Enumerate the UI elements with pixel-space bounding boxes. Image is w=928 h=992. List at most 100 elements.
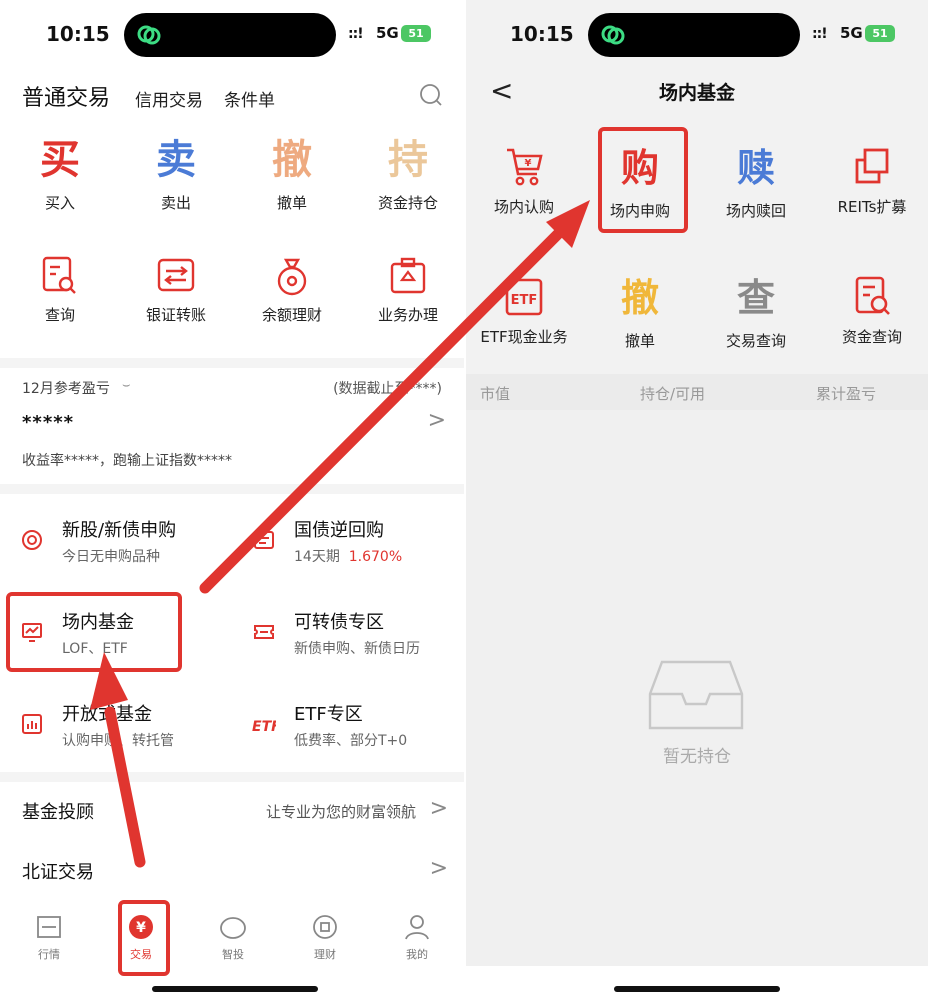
section-divider	[0, 772, 464, 782]
tab-label: 理财	[314, 948, 336, 961]
wealth-icon	[313, 915, 337, 939]
open-fund-item[interactable]: 开放式基金 认购申赎、转托管	[0, 678, 232, 770]
tab-smart-invest[interactable]: 智投	[198, 912, 268, 962]
holdings-table-header: 市值 持仓/可用 累计盈亏	[466, 374, 928, 410]
cancel-order-button[interactable]: 撤 撤单	[234, 134, 350, 213]
column-position[interactable]: 持仓/可用	[640, 383, 705, 404]
fund-redeem-label: 场内赎回	[725, 202, 786, 220]
holdings-button[interactable]: 持 资金持仓	[350, 134, 464, 213]
tab-label: 智投	[222, 948, 244, 961]
ipo-subscription-item[interactable]: 新股/新债申购 今日无申购品种	[0, 494, 232, 586]
row-label: 北证交易	[22, 862, 94, 883]
reits-button[interactable]: REITs扩募	[814, 142, 928, 217]
home-indicator	[152, 986, 318, 992]
svg-text:ETF: ETF	[252, 719, 276, 735]
buy-label: 买入	[44, 194, 75, 212]
network-label: 5G	[840, 24, 863, 42]
chevron-right-icon: >	[427, 408, 446, 433]
pnl-date-note: (数据截止至****)	[333, 381, 442, 397]
target-icon	[22, 530, 42, 550]
status-bar: 10:15 ::! 5G 51	[0, 0, 464, 70]
fund-actions-grid: ¥ 场内认购 购 场内申购 赎 场内赎回 REITs扩募 ETF ETF现金业务	[466, 118, 928, 372]
fund-query-button[interactable]: 资金查询	[814, 272, 928, 347]
fund-subscribe-button[interactable]: ¥ 场内认购	[466, 142, 582, 217]
etf-cash-label: ETF现金业务	[480, 328, 568, 346]
status-time: 10:15	[510, 22, 574, 46]
profile-icon	[405, 915, 429, 940]
sell-button[interactable]: 卖 卖出	[118, 134, 234, 213]
reverse-repo-item[interactable]: 国债逆回购 14天期 1.670%	[232, 494, 464, 586]
eye-closed-icon[interactable]: ⌣	[122, 378, 131, 393]
highlight-box-trade-tab	[118, 900, 170, 976]
fund-query-label: 资金查询	[841, 328, 902, 346]
highlight-box-fund-purchase	[598, 127, 688, 233]
row-label: 基金投顾	[22, 802, 94, 823]
market-icon	[37, 916, 61, 938]
etf-cash-button[interactable]: ETF ETF现金业务	[466, 272, 582, 347]
fund-cancel-button[interactable]: 撤 撤单	[582, 272, 698, 351]
query-label: 查询	[44, 306, 75, 324]
tab-normal-trade[interactable]: 普通交易	[22, 80, 110, 112]
search-icon[interactable]	[418, 82, 444, 108]
bse-trade-row[interactable]: 北证交易 >	[0, 842, 464, 900]
holdings-label: 资金持仓	[377, 194, 438, 212]
fund-query-icon	[855, 276, 890, 315]
money-bag-icon	[277, 258, 307, 296]
cancel-glyph-icon: 撤	[272, 137, 312, 183]
app-link-icon	[137, 25, 161, 45]
signal-icon: ::!	[348, 26, 364, 42]
bank-transfer-button[interactable]: 银证转账	[118, 254, 234, 325]
exchange-fund-screen: 10:15 ::! 5G 51 < 场内基金 ¥ 场内认购 购 场内申购 赎 场…	[466, 0, 928, 992]
menu-title: ETF专区	[294, 704, 363, 725]
menu-title: 可转债专区	[294, 612, 384, 633]
svg-text:¥: ¥	[525, 158, 532, 169]
pnl-value: *****	[22, 412, 75, 433]
ticket-icon	[254, 625, 274, 639]
fund-redeem-button[interactable]: 赎 场内赎回	[698, 142, 814, 221]
bond-icon	[254, 531, 274, 549]
trade-query-button[interactable]: 查 交易查询	[698, 272, 814, 351]
trade-header: 普通交易 信用交易 条件单	[0, 70, 464, 122]
app-link-icon	[601, 25, 625, 45]
tab-profile[interactable]: 我的	[382, 912, 452, 962]
convertible-bond-item[interactable]: 可转债专区 新债申购、新债日历	[232, 586, 464, 678]
menu-subtitle: 认购申赎、转托管	[62, 733, 174, 749]
bank-transfer-icon	[157, 258, 195, 292]
menu-title: 国债逆回购	[294, 520, 384, 541]
buy-button[interactable]: 买 买入	[2, 134, 118, 213]
query-button[interactable]: 查询	[2, 254, 118, 325]
svg-text:ETF: ETF	[511, 293, 538, 308]
fund-advisor-row[interactable]: 基金投顾 让专业为您的财富领航 >	[0, 782, 464, 840]
business-label: 业务办理	[377, 306, 438, 324]
fund-cancel-label: 撤单	[624, 332, 655, 350]
trade-screen: 10:15 ::! 5G 51 普通交易 信用交易 条件单 买 买入 卖 卖出 …	[0, 0, 464, 992]
reits-icon	[855, 148, 889, 184]
sell-label: 卖出	[160, 194, 191, 212]
pnl-card[interactable]: 12月参考盈亏 ⌣ (数据截止至****) ***** > 收益率*****，跑…	[0, 368, 464, 484]
tab-credit-trade[interactable]: 信用交易	[135, 86, 203, 111]
balance-finance-button[interactable]: 余额理财	[234, 254, 350, 325]
sell-glyph-icon: 卖	[156, 137, 196, 183]
section-divider	[0, 484, 464, 494]
chevron-right-icon: >	[429, 796, 448, 821]
etf-zone-item[interactable]: ETF ETF专区 低费率、部分T+0	[232, 678, 464, 770]
tab-market[interactable]: 行情	[14, 912, 84, 962]
tab-conditional-order[interactable]: 条件单	[224, 86, 275, 111]
column-cumulative-pnl[interactable]: 累计盈亏	[816, 383, 876, 404]
cancel-order-label: 撤单	[276, 194, 307, 212]
menu-title: 新股/新债申购	[62, 520, 177, 541]
highlight-box-exchange-fund	[6, 592, 182, 672]
business-button[interactable]: 业务办理	[350, 254, 464, 325]
column-market-value[interactable]: 市值	[480, 383, 510, 404]
fund-subscribe-label: 场内认购	[493, 198, 554, 216]
status-bar: 10:15 ::! 5G 51	[466, 0, 928, 70]
smart-invest-icon	[220, 917, 246, 939]
page-header: < 场内基金	[466, 70, 928, 114]
redeem-glyph-icon: 赎	[736, 146, 775, 190]
trade-query-label: 交易查询	[725, 332, 786, 350]
dynamic-island	[588, 13, 800, 57]
pnl-header: 12月参考盈亏	[22, 381, 110, 397]
tab-label: 行情	[38, 948, 60, 961]
tab-wealth[interactable]: 理财	[290, 912, 360, 962]
section-divider	[0, 358, 464, 368]
